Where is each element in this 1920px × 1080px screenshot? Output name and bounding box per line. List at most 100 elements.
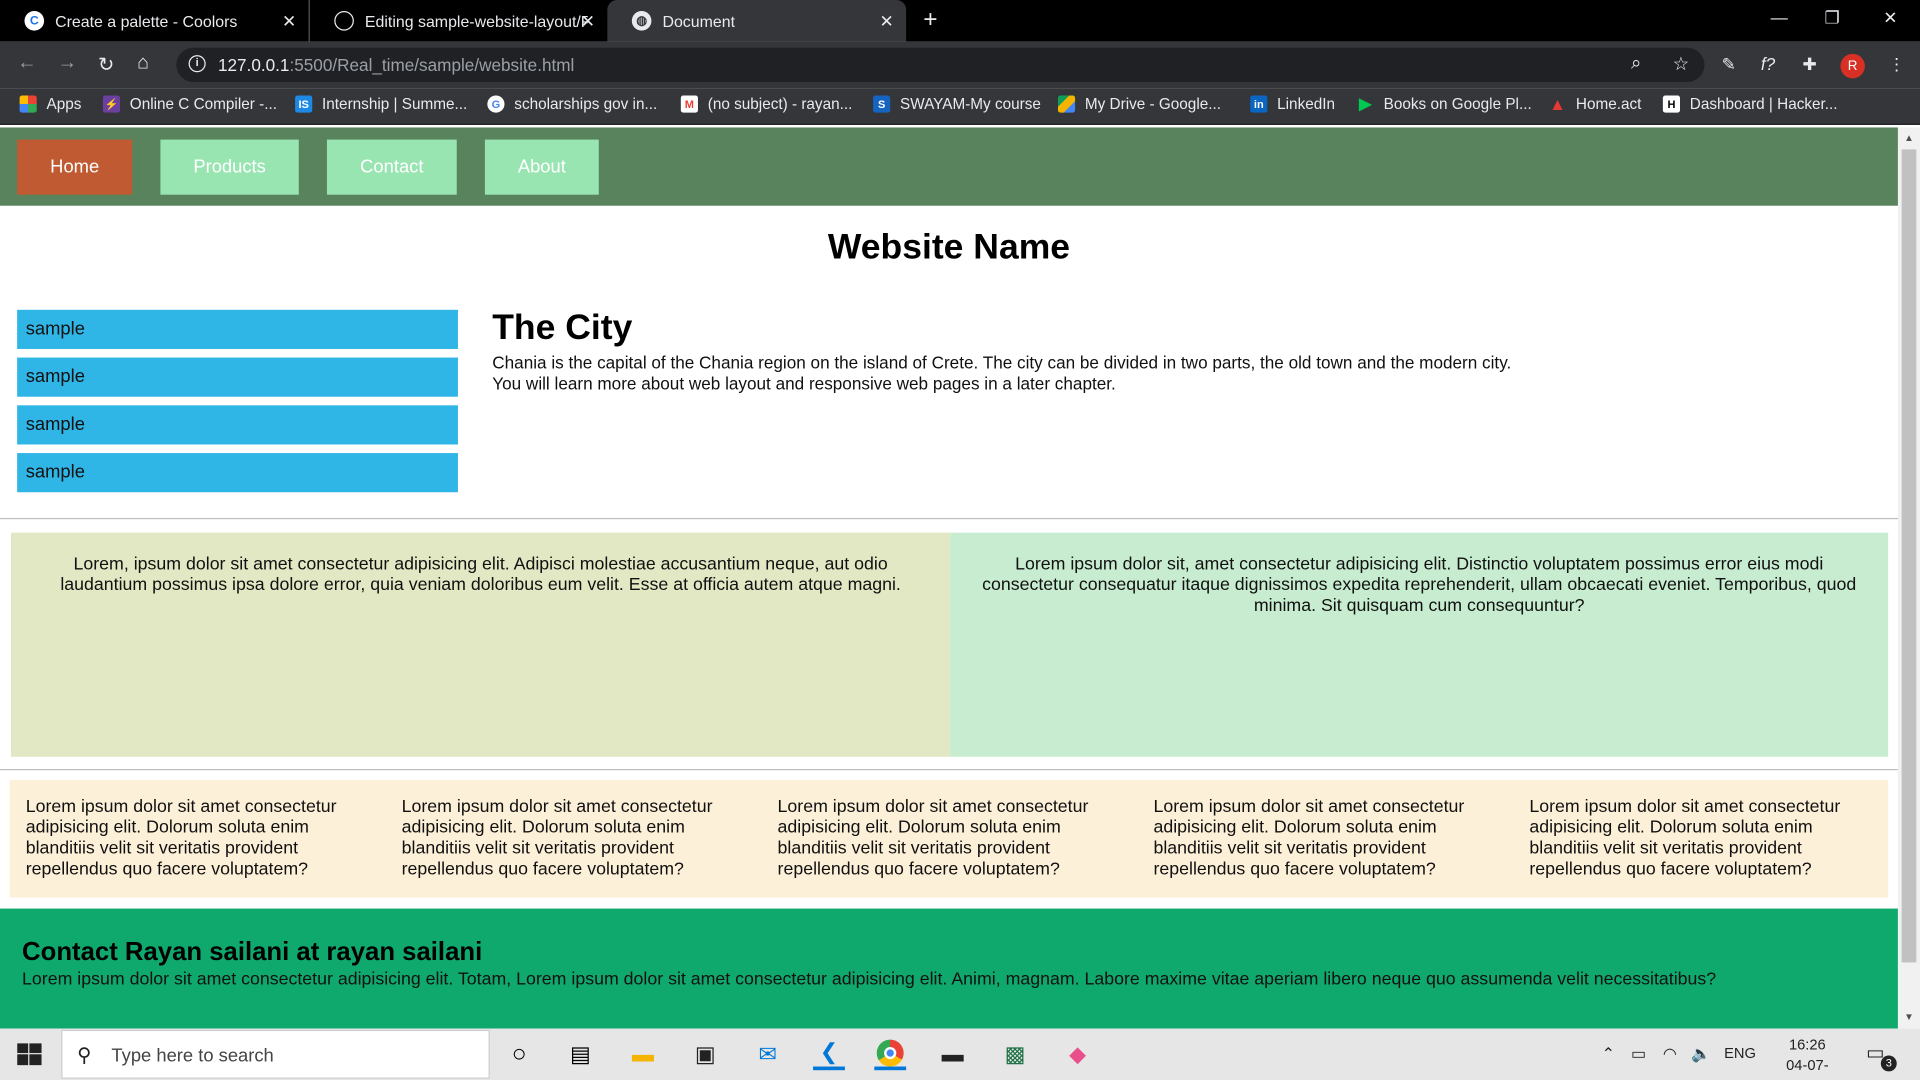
act-icon: ▲ [1549, 94, 1567, 114]
scroll-up-icon[interactable]: ▲ [1904, 132, 1914, 143]
back-icon[interactable]: ← [17, 53, 37, 75]
lightning-icon: ⚡ [102, 95, 121, 113]
tab-github[interactable]: Editing sample-website-layout/Re ✕ [308, 0, 608, 42]
battery-icon[interactable]: ▭ [1631, 1044, 1646, 1064]
forward-icon[interactable]: → [58, 53, 78, 75]
sidebar-item[interactable]: sample [17, 357, 458, 397]
volume-icon[interactable]: 🔈 [1691, 1044, 1711, 1064]
divider [0, 768, 1898, 771]
profile-avatar[interactable]: R [1840, 53, 1865, 79]
bookmark-online-c-compiler[interactable]: ⚡ Online C Compiler -... [102, 95, 277, 113]
sidebar-item[interactable]: sample [17, 405, 458, 445]
extension-formula-icon[interactable]: f? [1761, 54, 1775, 74]
bookmark-internship[interactable]: IS Internship | Summe... [295, 95, 467, 113]
extensions-puzzle-icon[interactable]: ✚ [1802, 54, 1816, 75]
bookmark-gmail[interactable]: M (no subject) - rayan... [680, 95, 852, 113]
tab-document[interactable]: ◍ Document ✕ [607, 0, 907, 42]
bookmark-scholarships[interactable]: Gscholarships gov in... [487, 95, 657, 113]
column-text: Lorem ipsum dolor sit amet consectetur a… [401, 797, 713, 880]
bookmark-swayam[interactable]: S SWAYAM-My course [873, 95, 1041, 113]
chrome-icon[interactable] [874, 1038, 907, 1071]
address-bar[interactable]: i 127.0.0.1:5500/Real_time/sample/websit… [176, 47, 1705, 83]
nav-contact[interactable]: Contact [326, 139, 457, 195]
minimize-icon[interactable]: — [1771, 7, 1788, 27]
clock-time: 16:26 [1788, 1035, 1826, 1054]
bookmarks-bar: Apps ⚡ Online C Compiler -... IS Internshi… [0, 88, 1920, 125]
site-info-icon[interactable]: i [188, 55, 206, 73]
city-text-line: You will learn more about web layout and… [492, 373, 1116, 394]
content-panel-right: Lorem ipsum dolor sit, amet consectetur … [950, 532, 1889, 757]
wifi-icon[interactable]: ◠ [1663, 1044, 1677, 1064]
cortana-icon[interactable]: ○ [503, 1038, 535, 1070]
bookmark-hackerrank[interactable]: H Dashboard | Hacker... [1662, 95, 1838, 113]
city-heading: The City [492, 308, 633, 348]
bookmark-my-drive[interactable]: My Drive - Google... [1057, 95, 1221, 113]
menu-kebab-icon[interactable]: ⋮ [1888, 54, 1905, 75]
store-icon[interactable]: ▣ [689, 1038, 721, 1070]
footer-text: Lorem ipsum dolor sit amet consectetur a… [22, 969, 1717, 990]
vscode-icon[interactable]: ❮ [813, 1038, 845, 1071]
nav-products[interactable]: Products [160, 139, 299, 195]
hackerrank-icon: H [1662, 95, 1681, 113]
sidebar-item[interactable]: sample [17, 453, 458, 493]
clock-date: 04-07-2020 [1786, 1056, 1829, 1080]
mail-icon[interactable]: ✉ [752, 1038, 784, 1070]
tab-title: Document [662, 11, 736, 31]
task-view-icon[interactable]: ▤ [564, 1038, 596, 1070]
scroll-down-icon[interactable]: ▼ [1904, 1011, 1914, 1022]
site-navbar: Home Products Contact About [0, 127, 1898, 206]
apps-grid-icon [19, 95, 37, 113]
windows-start-icon[interactable] [17, 1043, 42, 1066]
tab-title: Editing sample-website-layout/Re [364, 11, 588, 31]
taskbar-search[interactable]: ⚲ Type here to search [61, 1029, 490, 1079]
columns-section: Lorem ipsum dolor sit amet consectetur a… [9, 780, 1889, 898]
column-text: Lorem ipsum dolor sit amet consectetur a… [1153, 797, 1465, 880]
windows-taskbar: ⚲ Type here to search ○ ▤ ▬ ▣ ✉ ❮ ▬ ▩ ◆ … [0, 1028, 1920, 1080]
sidebar-item[interactable]: sample [17, 309, 458, 349]
language-indicator[interactable]: ENG [1724, 1044, 1756, 1061]
bookmark-home-act[interactable]: ▲ Home.act [1549, 94, 1641, 114]
url-text[interactable]: 127.0.0.1:5500/Real_time/sample/website.… [218, 55, 574, 75]
search-placeholder[interactable]: Type here to search [111, 1046, 273, 1067]
new-tab-icon[interactable]: + [923, 6, 937, 34]
column-text: Lorem ipsum dolor sit amet consectetur a… [1529, 797, 1841, 880]
close-icon[interactable]: ✕ [282, 11, 296, 32]
tab-strip: C Create a palette - Coolors ✕ Editing s… [0, 0, 1920, 42]
window-close-icon[interactable]: ✕ [1883, 7, 1897, 28]
gmail-icon: M [680, 95, 698, 113]
bookmark-google-books[interactable]: ▶ Books on Google Pl... [1357, 94, 1532, 113]
vertical-scrollbar[interactable]: ▲ ▼ [1897, 127, 1920, 1029]
zoom-icon[interactable]: ⌕ [1631, 53, 1641, 74]
reload-icon[interactable]: ↻ [98, 53, 114, 77]
site-footer: Contact Rayan sailani at rayan sailani L… [0, 908, 1898, 1029]
tab-coolors[interactable]: C Create a palette - Coolors ✕ [0, 0, 309, 42]
drive-icon [1057, 95, 1076, 113]
tray-chevron-icon[interactable]: ⌃ [1602, 1044, 1615, 1064]
terminal-icon[interactable]: ▬ [937, 1038, 969, 1070]
close-icon[interactable]: ✕ [581, 11, 595, 32]
bookmark-star-icon[interactable]: ☆ [1673, 53, 1689, 75]
spreadsheet-icon[interactable]: ▩ [999, 1038, 1031, 1070]
city-paragraph: Chania is the capital of the Chania regi… [492, 353, 1594, 395]
nav-about[interactable]: About [484, 139, 599, 195]
notification-count-badge: 3 [1880, 1055, 1897, 1072]
play-icon: ▶ [1359, 94, 1372, 113]
git-icon[interactable]: ◆ [1062, 1038, 1094, 1070]
scrollbar-thumb[interactable] [1901, 149, 1917, 963]
content-panel-left: Lorem, ipsum dolor sit amet consectetur … [11, 532, 951, 757]
nav-home[interactable]: Home [17, 139, 133, 195]
is-icon: IS [295, 95, 313, 113]
close-icon[interactable]: ✕ [880, 11, 894, 32]
tab-title: Create a palette - Coolors [55, 11, 238, 31]
restore-icon[interactable]: ❐ [1824, 7, 1839, 28]
column-text: Lorem ipsum dolor sit amet consectetur a… [777, 797, 1089, 880]
file-explorer-icon[interactable]: ▬ [627, 1038, 659, 1070]
taskbar-clock[interactable]: 16:26 04-07-2020 [1771, 1035, 1844, 1080]
coolors-icon: C [24, 11, 45, 31]
bookmark-linkedin[interactable]: in LinkedIn [1250, 95, 1335, 113]
extension-pen-icon[interactable]: ✎ [1722, 54, 1736, 75]
home-icon[interactable]: ⌂ [137, 53, 149, 75]
swayam-icon: S [873, 95, 891, 113]
bookmark-apps[interactable]: Apps [19, 95, 81, 113]
browser-toolbar: ← → ↻ ⌂ i 127.0.0.1:5500/Real_time/sampl… [0, 41, 1920, 89]
